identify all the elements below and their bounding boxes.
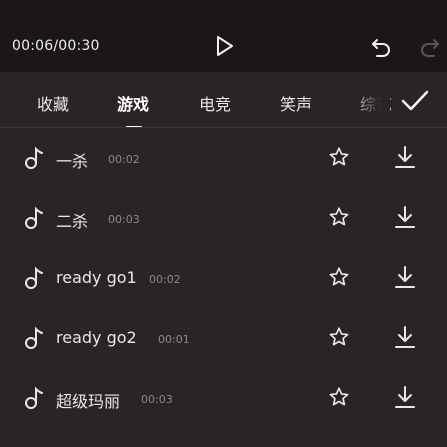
music-note-icon [25, 386, 43, 409]
sound-duration: 00:02 [149, 273, 181, 286]
music-note-icon [25, 326, 43, 349]
sound-duration: 00:01 [158, 333, 190, 346]
playback-time: 00:06/00:30 [12, 38, 100, 54]
redo-icon [421, 39, 439, 57]
tab-esports[interactable]: 电竞 [199, 91, 231, 115]
sound-name: 二杀 [56, 212, 89, 231]
download-icon[interactable] [394, 325, 416, 349]
list-item[interactable]: 超级玛丽 00:03 [0, 368, 447, 428]
list-item[interactable]: ready go1 00:02 [0, 248, 447, 308]
star-icon[interactable] [328, 206, 350, 228]
sound-duration: 00:02 [108, 153, 140, 166]
download-icon[interactable] [394, 385, 416, 409]
tab-games[interactable]: 游戏 [117, 91, 149, 115]
play-icon[interactable] [212, 34, 236, 58]
sound-name: ready go2 [56, 328, 137, 347]
sound-name: ready go1 [56, 268, 137, 287]
list-item[interactable]: 一杀 00:02 [0, 128, 447, 188]
sound-name: 一杀 [56, 152, 89, 171]
category-tabs: 收藏 游戏 电竞 笑声 综艺 [0, 72, 447, 128]
tab-favorites[interactable]: 收藏 [37, 91, 69, 115]
list-item[interactable]: 二杀 00:03 [0, 188, 447, 248]
sound-name: 超级玛丽 [56, 392, 121, 411]
download-icon[interactable] [394, 205, 416, 229]
tab-laughter[interactable]: 笑声 [280, 91, 312, 115]
download-icon[interactable] [394, 145, 416, 169]
check-icon[interactable] [400, 88, 430, 114]
music-note-icon [25, 266, 43, 289]
sound-duration: 00:03 [141, 393, 173, 406]
star-icon[interactable] [328, 326, 350, 348]
player-bar: 00:06/00:30 [0, 0, 447, 72]
music-note-icon [25, 146, 43, 169]
undo-icon[interactable] [370, 35, 392, 57]
star-icon[interactable] [328, 146, 350, 168]
sound-duration: 00:03 [108, 213, 140, 226]
star-icon[interactable] [328, 266, 350, 288]
list-item[interactable]: ready go2 00:01 [0, 308, 447, 368]
music-note-icon [25, 206, 43, 229]
star-icon[interactable] [328, 386, 350, 408]
tab-fade [350, 72, 390, 127]
download-icon[interactable] [394, 265, 416, 289]
